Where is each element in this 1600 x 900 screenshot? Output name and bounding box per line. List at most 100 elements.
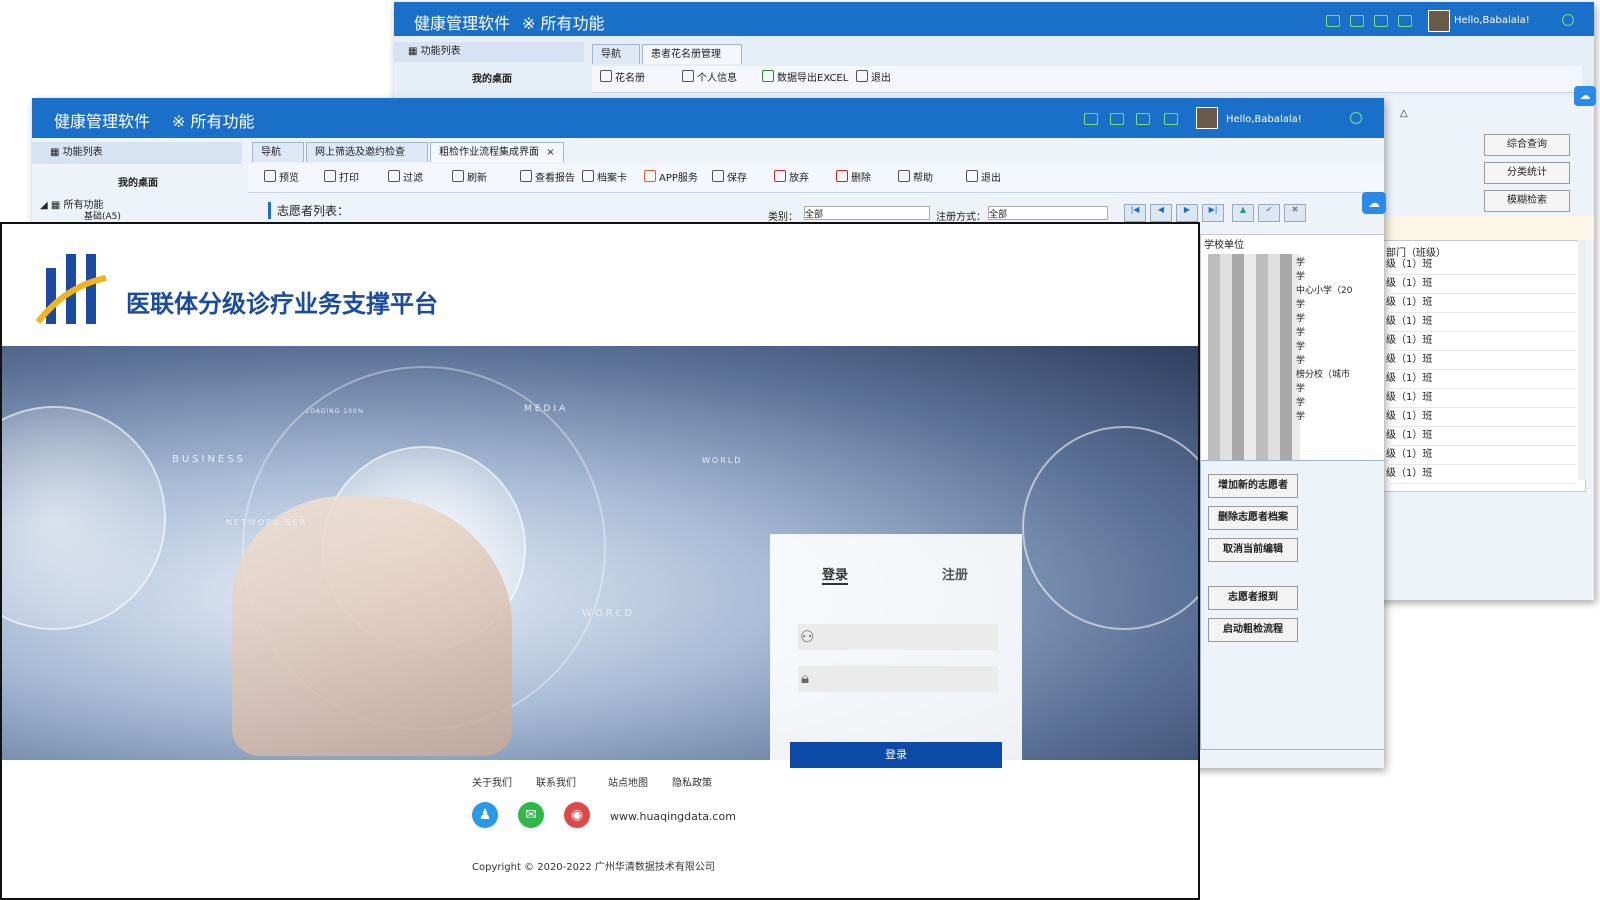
weibo-icon[interactable]: ◉ (564, 802, 590, 828)
tab-login[interactable]: 登录 (822, 564, 849, 585)
footer-sitemap[interactable]: 站点地图 (608, 774, 648, 789)
toolbar-personal-info[interactable]: 个人信息 (682, 70, 737, 87)
hero-word-network: NETWORK SER (226, 518, 308, 527)
func-list-icon: ▦ (50, 147, 60, 158)
school-row[interactable]: 学 (1296, 270, 1305, 284)
website-link[interactable]: www.huaqingdata.com (610, 810, 736, 823)
cloud-icon[interactable] (1374, 15, 1388, 27)
my-desktop[interactable]: 我的桌面 (472, 70, 512, 85)
settings-icon[interactable] (1350, 112, 1362, 124)
class-row[interactable]: 级（1）班 (1386, 465, 1576, 484)
password-input[interactable] (824, 668, 998, 690)
class-row[interactable]: 级（1）班 (1386, 408, 1576, 427)
chat-icon[interactable] (1350, 15, 1364, 27)
calendar-icon[interactable] (1398, 15, 1412, 27)
footer-contact[interactable]: 联系我们 (536, 774, 576, 789)
toolbar-help[interactable]: 帮助 (898, 170, 933, 187)
toolbar-save[interactable]: 保存 (712, 170, 747, 187)
nav-cancel-icon[interactable]: ✖ (1284, 204, 1306, 222)
school-row[interactable]: 学 (1296, 354, 1305, 368)
wechat-icon[interactable]: ✉ (518, 802, 544, 828)
baidu-cloud-icon[interactable]: ☁ (1362, 192, 1386, 214)
toolbar-delete[interactable]: 删除 (836, 170, 871, 187)
school-row[interactable]: 学 (1296, 410, 1305, 424)
school-row[interactable]: 中心小学（20 (1296, 284, 1352, 298)
footer-about[interactable]: 关于我们 (472, 774, 512, 789)
category-stats-button[interactable]: 分类统计 (1484, 162, 1570, 184)
nav-last-icon[interactable]: ▶| (1202, 204, 1224, 222)
nav-check-icon[interactable]: ✔ (1258, 204, 1280, 222)
toolbar-app-service[interactable]: APP服务 (644, 170, 698, 187)
mid-tab-workflow[interactable]: 粗检作业流程集成界面 × (430, 142, 564, 162)
class-row[interactable]: 级（1）班 (1386, 332, 1576, 351)
class-row[interactable]: 级（1）班 (1386, 389, 1576, 408)
nav-up-icon[interactable]: ▲ (1232, 204, 1254, 222)
mid-tab-nav[interactable]: 导航 (252, 142, 304, 162)
triangle-icon[interactable]: △ (1400, 108, 1408, 119)
nav-prev-icon[interactable]: ◀ (1150, 204, 1172, 222)
mid-tab-screening[interactable]: 网上筛选及邀约检查 (306, 142, 428, 162)
class-row[interactable]: 级（1）班 (1386, 275, 1576, 294)
toolbar-view-report[interactable]: 查看报告 (520, 170, 575, 187)
tab-register[interactable]: 注册 (942, 564, 968, 583)
add-volunteer-button[interactable]: 增加新的志愿者 (1208, 474, 1298, 498)
back-tab-roster[interactable]: 患者花名册管理 × (642, 44, 742, 80)
nav-next-icon[interactable]: ▶ (1176, 204, 1198, 222)
class-row[interactable]: 级（1）班 (1386, 351, 1576, 370)
class-row[interactable]: 级（1）班 (1386, 370, 1576, 389)
tree-child[interactable]: 基础(A5) (84, 209, 121, 222)
all-functions-link[interactable]: ※ 所有功能 (172, 108, 255, 132)
class-row[interactable]: 级（1）班 (1386, 313, 1576, 332)
toolbar-refresh[interactable]: 刷新 (452, 170, 487, 187)
school-row[interactable]: 学 (1296, 312, 1305, 326)
nav-first-icon[interactable]: |◀ (1124, 204, 1146, 222)
my-desktop[interactable]: 我的桌面 (118, 174, 158, 189)
toolbar-preview[interactable]: 预览 (264, 170, 299, 187)
back-scrollbar[interactable] (1578, 240, 1586, 480)
cloud-icon[interactable] (1136, 113, 1150, 125)
toolbar-print[interactable]: 打印 (324, 170, 359, 187)
username-input[interactable] (824, 626, 998, 648)
avatar[interactable] (1196, 107, 1218, 129)
comprehensive-query-button[interactable]: 综合查询 (1484, 134, 1570, 156)
mail-icon[interactable] (1084, 113, 1098, 125)
class-row[interactable]: 级（1）班 (1386, 446, 1576, 465)
toolbar-export-excel[interactable]: 数据导出EXCEL (762, 70, 848, 87)
class-row[interactable]: 级（1）班 (1386, 427, 1576, 446)
toolbar-record-card[interactable]: 档案卡 (582, 170, 627, 187)
school-row[interactable]: 榜分校（城市 (1296, 368, 1350, 382)
chat-icon[interactable] (1110, 113, 1124, 125)
mail-icon[interactable] (1326, 15, 1340, 27)
back-tab-nav[interactable]: 导航 (592, 44, 640, 64)
login-submit-button[interactable]: 登录 (790, 742, 1002, 768)
category-select[interactable]: 全部 (804, 206, 930, 220)
baidu-cloud-icon-back[interactable]: ☁ (1574, 86, 1596, 106)
cancel-edit-button[interactable]: 取消当前编辑 (1208, 538, 1298, 562)
calendar-icon[interactable] (1164, 113, 1178, 125)
register-select[interactable]: 全部 (988, 206, 1108, 220)
qq-icon[interactable]: ♟ (472, 802, 498, 828)
all-functions-link[interactable]: ※ 所有功能 (522, 10, 605, 34)
class-row[interactable]: 级（1）班 (1386, 256, 1576, 275)
fuzzy-search-button[interactable]: 模糊检索 (1484, 190, 1570, 212)
toolbar-roster[interactable]: 花名册 (600, 70, 645, 87)
settings-icon[interactable] (1562, 14, 1574, 26)
footer-privacy[interactable]: 隐私政策 (672, 774, 712, 789)
toolbar-exit[interactable]: 退出 (966, 170, 1001, 187)
volunteer-checkin-button[interactable]: 志愿者报到 (1208, 586, 1298, 610)
start-screening-button[interactable]: 启动粗检流程 (1208, 618, 1298, 642)
school-row[interactable]: 学 (1296, 256, 1305, 270)
close-icon[interactable]: × (546, 147, 554, 158)
school-row[interactable]: 学 (1296, 396, 1305, 410)
school-row[interactable]: 学 (1296, 382, 1305, 396)
class-row[interactable]: 级（1）班 (1386, 294, 1576, 313)
school-row[interactable]: 学 (1296, 340, 1305, 354)
toolbar-discard[interactable]: 放弃 (774, 170, 809, 187)
toolbar-filter[interactable]: 过滤 (388, 170, 423, 187)
school-row[interactable]: 学 (1296, 298, 1305, 312)
toolbar-exit[interactable]: 退出 (856, 70, 891, 87)
avatar[interactable] (1428, 10, 1450, 32)
school-row[interactable]: 学 (1296, 326, 1305, 340)
tree-expand-icon[interactable]: ◢ ▦ (40, 200, 64, 211)
delete-volunteer-button[interactable]: 删除志愿者档案 (1208, 506, 1298, 530)
